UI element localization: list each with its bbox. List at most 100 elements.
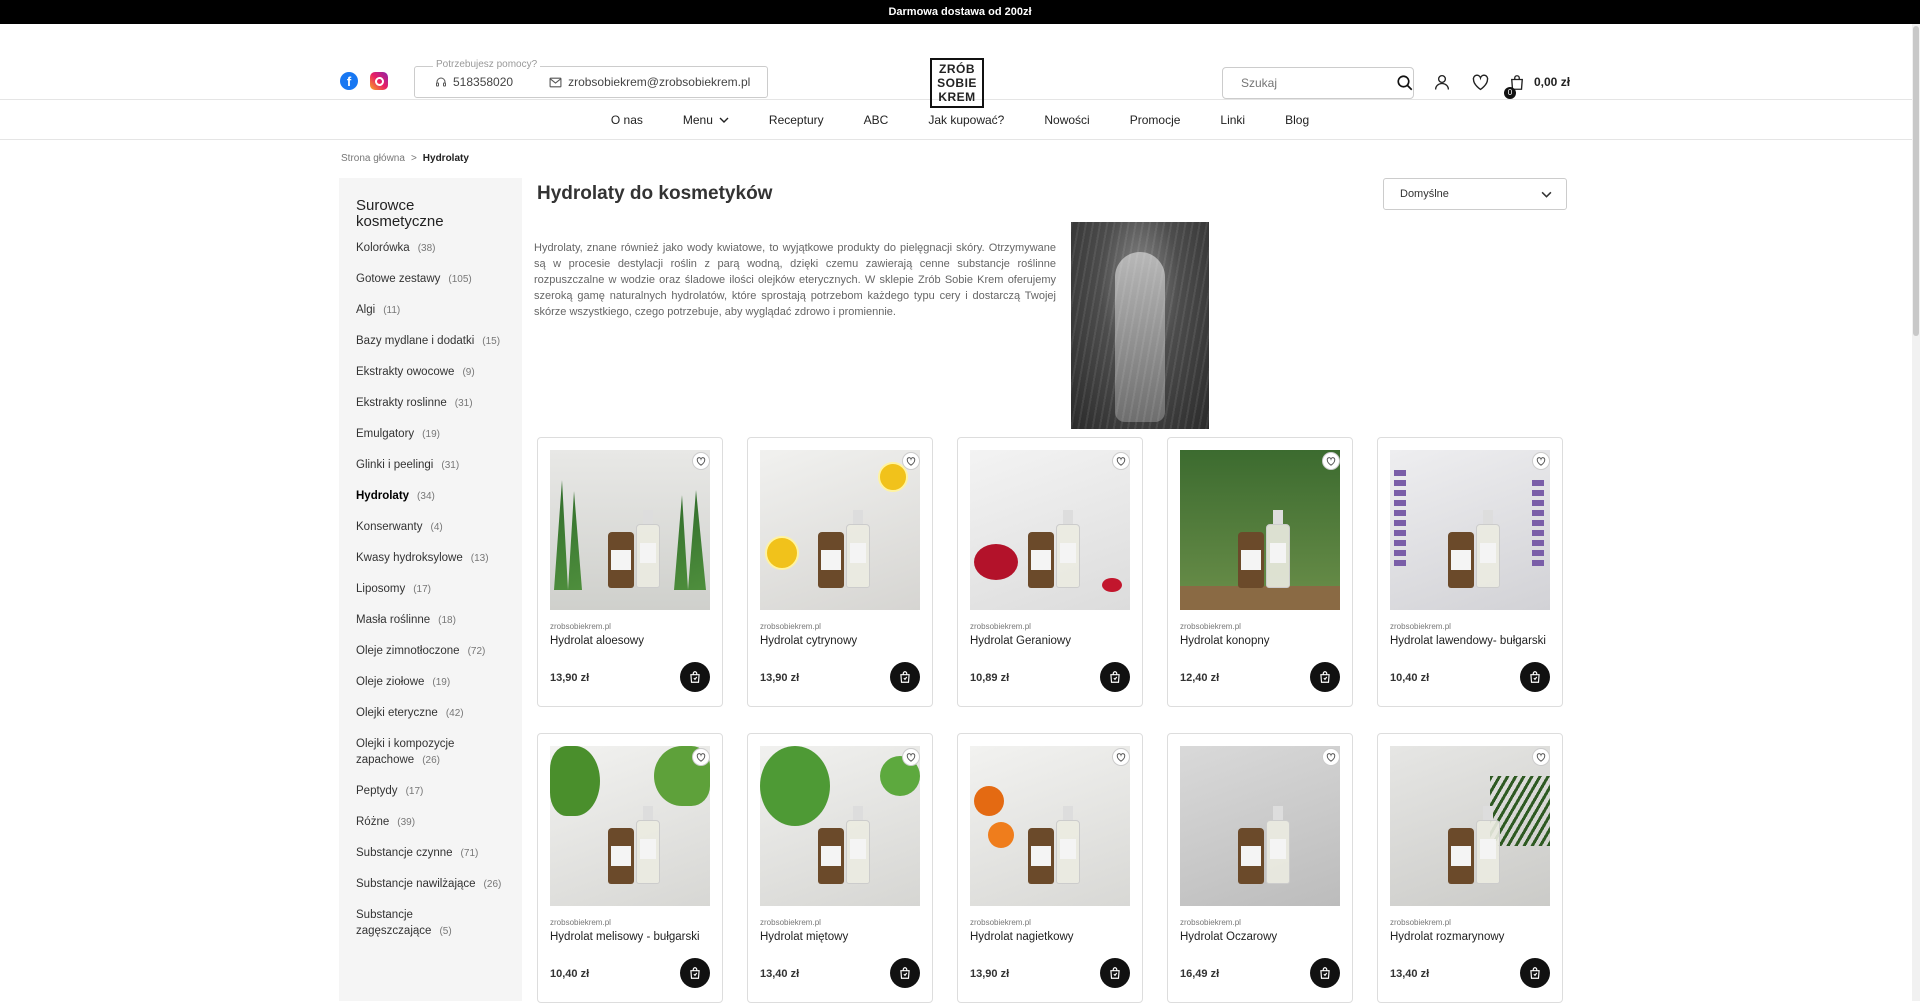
product-brand: zrobsobiekrem.pl <box>970 918 1031 927</box>
product-name[interactable]: Hydrolat cytrynowy <box>760 633 920 665</box>
sidebar-category-item[interactable]: Liposomy (17) <box>356 581 506 598</box>
nav-item-o-nas[interactable]: O nas <box>591 113 663 127</box>
sidebar-category-item[interactable]: Gotowe zestawy (105) <box>356 271 506 288</box>
breadcrumb-current: Hydrolaty <box>422 153 469 164</box>
add-to-cart-button[interactable] <box>1310 958 1340 988</box>
add-to-wishlist-button[interactable] <box>902 452 920 470</box>
sidebar-category-item[interactable]: Substancje czynne (71) <box>356 845 506 862</box>
email-link[interactable]: zrobsobiekrem@zrobsobiekrem.pl <box>549 75 750 89</box>
add-to-cart-button[interactable] <box>890 662 920 692</box>
nav-item-blog[interactable]: Blog <box>1265 113 1329 127</box>
nav-item-receptury[interactable]: Receptury <box>749 113 844 127</box>
sidebar-category-item[interactable]: Olejki i kompozycje zapachowe (26) <box>356 736 506 769</box>
product-name[interactable]: Hydrolat rozmarynowy <box>1390 929 1550 961</box>
nav-item-nowosci[interactable]: Nowości <box>1024 113 1109 127</box>
site-logo[interactable]: ZRÓB SOBIE KREM <box>930 58 984 108</box>
add-to-wishlist-button[interactable] <box>1112 452 1130 470</box>
product-name[interactable]: Hydrolat aloesowy <box>550 633 710 665</box>
nav-item-abc[interactable]: ABC <box>844 113 909 127</box>
category-count: (42) <box>445 708 464 719</box>
wishlist-button[interactable] <box>1470 72 1490 92</box>
add-to-cart-button[interactable] <box>680 662 710 692</box>
breadcrumb-home[interactable]: Strona główna <box>341 153 405 164</box>
add-to-wishlist-button[interactable] <box>1322 452 1340 470</box>
product-card[interactable]: zrobsobiekrem.pl Hydrolat melisowy - bułg… <box>537 733 723 1003</box>
add-to-wishlist-button[interactable] <box>902 748 920 766</box>
sidebar-category-item[interactable]: Algi (11) <box>356 302 506 319</box>
add-to-cart-button[interactable] <box>1100 958 1130 988</box>
sidebar-category-item[interactable]: Ekstrakty owocowe (9) <box>356 364 506 381</box>
sidebar-category-item[interactable]: Glinki i peelingi (31) <box>356 457 506 474</box>
sidebar-category-item[interactable]: Ekstrakty roslinne (31) <box>356 395 506 412</box>
product-card[interactable]: zrobsobiekrem.pl Hydrolat aloesowy 13,90 z… <box>537 437 723 707</box>
sidebar-category-item[interactable]: Oleje zimnotłoczone (72) <box>356 643 506 660</box>
sidebar-category-item[interactable]: Kolorówka (38) <box>356 240 506 257</box>
add-to-cart-button[interactable] <box>1310 662 1340 692</box>
add-to-cart-button[interactable] <box>1520 662 1550 692</box>
product-name[interactable]: Hydrolat lawendowy- bułgarski <box>1390 633 1550 665</box>
shopping-bag-icon <box>900 967 910 979</box>
product-name[interactable]: Hydrolat melisowy - bułgarski <box>550 929 710 961</box>
nav-item-jak-kupowac[interactable]: Jak kupować? <box>908 113 1024 127</box>
product-image[interactable] <box>1390 746 1550 906</box>
add-to-cart-button[interactable] <box>890 958 920 988</box>
product-card[interactable]: zrobsobiekrem.pl Hydrolat Geraniowy 10,89 … <box>957 437 1143 707</box>
sidebar-category-item[interactable]: Kwasy hydroksylowe (13) <box>356 550 506 567</box>
search-input[interactable] <box>1223 76 1396 90</box>
add-to-cart-button[interactable] <box>680 958 710 988</box>
account-button[interactable] <box>1432 72 1452 92</box>
product-name[interactable]: Hydrolat Geraniowy <box>970 633 1130 665</box>
nav-label: Blog <box>1285 112 1310 127</box>
facebook-icon[interactable]: f <box>340 72 358 90</box>
product-image[interactable] <box>760 450 920 610</box>
product-image[interactable] <box>970 746 1130 906</box>
add-to-wishlist-button[interactable] <box>1532 748 1550 766</box>
sidebar-category-item[interactable]: Substancje zagęszczające (5) <box>356 907 506 940</box>
sidebar-category-item[interactable]: Peptydy (17) <box>356 783 506 800</box>
sidebar-category-item[interactable]: Emulgatory (19) <box>356 426 506 443</box>
add-to-cart-button[interactable] <box>1100 662 1130 692</box>
product-card[interactable]: zrobsobiekrem.pl Hydrolat Oczarowy 16,49 z… <box>1167 733 1353 1003</box>
product-image[interactable] <box>760 746 920 906</box>
cart-button[interactable]: 0 0,00 zł <box>1504 73 1570 99</box>
add-to-wishlist-button[interactable] <box>1112 748 1130 766</box>
product-brand: zrobsobiekrem.pl <box>1180 622 1241 631</box>
product-image[interactable] <box>550 450 710 610</box>
sidebar-category-item[interactable]: Bazy mydlane i dodatki (15) <box>356 333 506 350</box>
sidebar-category-item[interactable]: Substancje nawilżające (26) <box>356 876 506 893</box>
product-name[interactable]: Hydrolat miętowy <box>760 929 920 961</box>
sidebar-category-item[interactable]: Konserwanty (4) <box>356 519 506 536</box>
add-to-wishlist-button[interactable] <box>1322 748 1340 766</box>
product-image[interactable] <box>550 746 710 906</box>
product-card[interactable]: zrobsobiekrem.pl Hydrolat rozmarynowy 13,4… <box>1377 733 1563 1003</box>
add-to-cart-button[interactable] <box>1520 958 1550 988</box>
nav-item-promocje[interactable]: Promocje <box>1110 113 1201 127</box>
sidebar-category-item[interactable]: Oleje ziołowe (19) <box>356 674 506 691</box>
product-card[interactable]: zrobsobiekrem.pl Hydrolat lawendowy- bułg… <box>1377 437 1563 707</box>
sidebar-category-item[interactable]: Hydrolaty (34) <box>356 488 506 505</box>
sort-select[interactable]: Domyślne <box>1383 178 1567 210</box>
add-to-wishlist-button[interactable] <box>692 748 710 766</box>
product-name[interactable]: Hydrolat konopny <box>1180 633 1340 665</box>
product-card[interactable]: zrobsobiekrem.pl Hydrolat cytrynowy 13,90 … <box>747 437 933 707</box>
product-image[interactable] <box>1180 746 1340 906</box>
phone-link[interactable]: 518358020 <box>435 75 513 89</box>
product-image[interactable] <box>970 450 1130 610</box>
instagram-icon[interactable] <box>370 72 388 90</box>
add-to-wishlist-button[interactable] <box>1532 452 1550 470</box>
product-name[interactable]: Hydrolat Oczarowy <box>1180 929 1340 961</box>
product-card[interactable]: zrobsobiekrem.pl Hydrolat konopny 12,40 zł <box>1167 437 1353 707</box>
scrollbar-thumb[interactable] <box>1913 26 1919 336</box>
search-button[interactable] <box>1396 74 1414 92</box>
add-to-wishlist-button[interactable] <box>692 452 710 470</box>
nav-item-linki[interactable]: Linki <box>1200 113 1265 127</box>
sidebar-category-item[interactable]: Masła roślinne (18) <box>356 612 506 629</box>
nav-item-menu[interactable]: Menu <box>663 113 749 127</box>
sidebar-category-item[interactable]: Różne (39) <box>356 814 506 831</box>
product-name[interactable]: Hydrolat nagietkowy <box>970 929 1130 961</box>
product-card[interactable]: zrobsobiekrem.pl Hydrolat nagietkowy 13,90… <box>957 733 1143 1003</box>
product-card[interactable]: zrobsobiekrem.pl Hydrolat miętowy 13,40 zł <box>747 733 933 1003</box>
product-image[interactable] <box>1180 450 1340 610</box>
sidebar-category-item[interactable]: Olejki eteryczne (42) <box>356 705 506 722</box>
product-image[interactable] <box>1390 450 1550 610</box>
